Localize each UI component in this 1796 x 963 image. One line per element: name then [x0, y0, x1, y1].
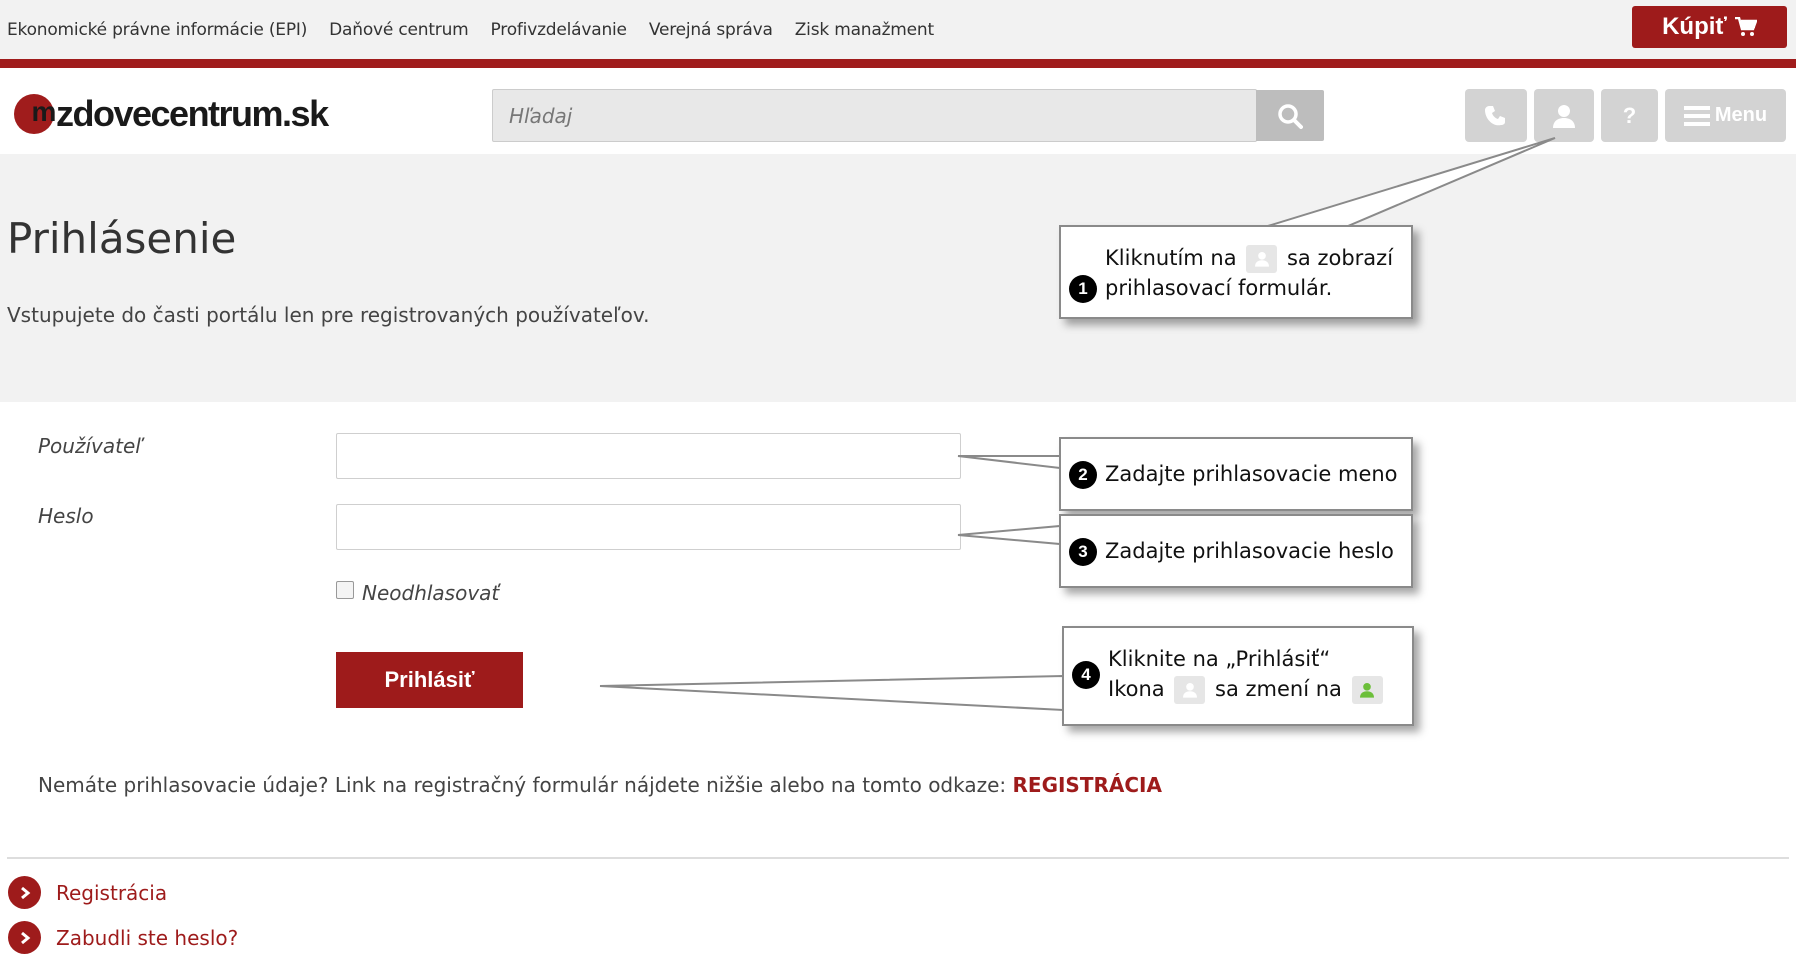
- callout-3: 3 Zadajte prihlasovacie heslo: [1059, 514, 1413, 588]
- user-icon: [1174, 676, 1206, 704]
- callout-pointers: [599, 137, 1556, 712]
- callout-number-3: 3: [1069, 538, 1097, 566]
- callout-1-text-a: Kliknutím na: [1105, 246, 1237, 270]
- callout-4: 4 Kliknite na „Prihlásiť“ Ikona sa zmení…: [1062, 626, 1414, 726]
- callout-1-text-c: prihlasovací formulár.: [1105, 276, 1333, 300]
- callout-4-text-c: sa zmení na: [1215, 677, 1342, 701]
- callout-2: 2 Zadajte prihlasovacie meno: [1059, 437, 1413, 511]
- callout-1: 1 Kliknutím na sa zobrazí prihlasovací f…: [1059, 225, 1413, 319]
- callout-2-text: Zadajte prihlasovacie meno: [1105, 462, 1398, 486]
- callout-number-1: 1: [1069, 275, 1097, 303]
- callout-4-text-a: Kliknite na „Prihlásiť“: [1108, 647, 1331, 671]
- callout-number-2: 2: [1069, 461, 1097, 489]
- callout-3-text: Zadajte prihlasovacie heslo: [1105, 539, 1394, 563]
- user-icon: [1246, 245, 1278, 273]
- callout-4-text-b: Ikona: [1108, 677, 1165, 701]
- callout-number-4: 4: [1072, 661, 1100, 689]
- logged-in-user-icon: [1351, 676, 1383, 704]
- callout-1-text-b: sa zobrazí: [1286, 246, 1394, 270]
